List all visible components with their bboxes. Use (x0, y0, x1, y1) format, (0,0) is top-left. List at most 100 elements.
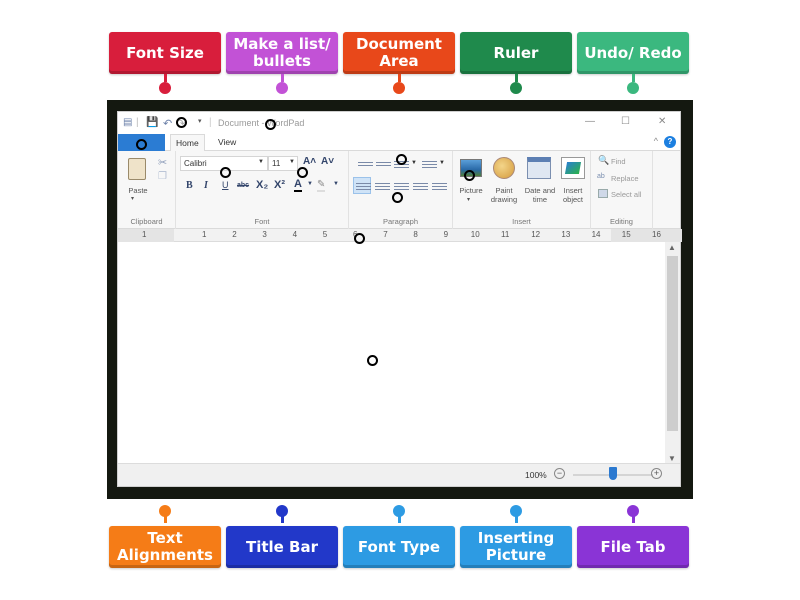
align-center-button[interactable] (375, 181, 390, 191)
chevron-down-icon: ▼ (258, 159, 264, 165)
paste-dropdown-icon[interactable]: ▾ (131, 195, 134, 204)
customize-quick-access-icon[interactable]: ▾ (198, 117, 202, 125)
zoom-out-button[interactable]: − (554, 468, 565, 479)
marker-file-tab (136, 139, 147, 150)
document-area[interactable] (118, 242, 666, 464)
cut-icon[interactable]: ✂ (158, 156, 167, 169)
insert-object-button[interactable]: Insert object (556, 186, 590, 204)
marker-font-size (297, 167, 308, 178)
paragraph-settings-icon[interactable] (432, 181, 447, 191)
decrease-indent-icon[interactable] (358, 160, 373, 170)
select-all-button[interactable]: Select all (611, 190, 641, 199)
ruler-number: 14 (591, 230, 601, 239)
label-text: Font Size (126, 43, 204, 62)
insert-object-icon[interactable] (561, 157, 585, 179)
paste-icon[interactable] (128, 158, 146, 180)
bold-button[interactable]: B (186, 180, 193, 191)
paragraph-group-label: Paragraph (382, 217, 419, 226)
highlight-icon[interactable]: ✎ (317, 179, 326, 192)
label-pin (510, 505, 522, 517)
label-pin (510, 82, 522, 94)
line-spacing-icon[interactable] (422, 159, 437, 169)
ruler-number: 13 (561, 230, 571, 239)
increase-indent-icon[interactable] (376, 160, 391, 170)
ruler-number: 10 (470, 230, 480, 239)
align-right-button[interactable] (394, 181, 409, 191)
bottom-label: Font Type (343, 526, 455, 568)
replace-button[interactable]: Replace (611, 174, 639, 183)
label-pin (276, 82, 288, 94)
font-group-label: Font (254, 217, 270, 226)
label-text: Ruler (493, 43, 539, 62)
tab-home[interactable]: Home (170, 134, 205, 152)
paste-button[interactable]: Paste (124, 186, 152, 195)
help-icon[interactable]: ? (664, 136, 676, 148)
scrollbar-thumb[interactable] (667, 256, 678, 431)
align-left-button[interactable] (353, 177, 371, 194)
replace-icon: ab (597, 173, 605, 180)
calendar-icon[interactable] (527, 157, 551, 179)
date-time-button[interactable]: Date and time (523, 186, 557, 204)
collapse-ribbon-icon[interactable]: ^ (654, 136, 658, 146)
label-connector (398, 74, 401, 82)
label-text: Make a list/ bullets (233, 35, 331, 70)
marker-font-type (220, 167, 231, 178)
label-text: Font Type (357, 537, 441, 556)
zoom-in-button[interactable]: + (651, 468, 662, 479)
title-bar: ▤ | 💾 ↶ ↷ ▾ | Document - WordPad — ☐ ✕ (118, 112, 680, 134)
label-text: Document Area (356, 35, 442, 70)
separator: | (209, 117, 212, 128)
chevron-down-icon[interactable]: ▼ (411, 160, 417, 166)
save-icon[interactable]: 💾 (146, 117, 158, 128)
scroll-down-icon[interactable]: ▼ (668, 454, 676, 463)
close-button[interactable]: ✕ (658, 116, 666, 127)
underline-button[interactable]: U (222, 180, 229, 190)
picture-dropdown-icon[interactable]: ▾ (467, 196, 470, 205)
undo-icon[interactable]: ↶ (163, 117, 172, 130)
ruler-number: 7 (383, 230, 388, 239)
marker-text-alignment (392, 192, 403, 203)
marker-document-area (367, 355, 378, 366)
zoom-slider-thumb[interactable] (609, 467, 617, 480)
paint-drawing-button[interactable]: Paint drawing (487, 186, 521, 204)
picture-button[interactable]: Picture (455, 186, 487, 195)
minimize-button[interactable]: — (585, 116, 595, 127)
label-connector (164, 74, 167, 82)
top-label: Ruler (460, 32, 572, 74)
font-family-value: Calibri (184, 159, 207, 168)
diagram: Font Size Make a list/ bullets Document Ar… (0, 0, 800, 600)
font-group: Calibri ▼ 11 ▼ A˄ A˅ B I U abc X₂ X² A ▼ ✎… (176, 151, 349, 229)
label-connector (281, 74, 284, 82)
clipboard-group-label: Clipboard (130, 217, 163, 226)
font-size-select[interactable]: 11 ▼ (268, 156, 298, 171)
ruler-number: 2 (232, 230, 237, 239)
find-button[interactable]: Find (611, 157, 626, 166)
scroll-up-icon[interactable]: ▲ (668, 243, 676, 252)
subscript-button[interactable]: X₂ (256, 179, 268, 191)
justify-button[interactable] (413, 181, 428, 191)
tab-view[interactable]: View (218, 137, 236, 147)
chevron-down-icon[interactable]: ▼ (439, 160, 445, 166)
app-icon: ▤ (123, 117, 133, 128)
clipboard-group: Paste ▾ ✂ ❐ Clipboard (118, 151, 176, 229)
marker-insert-picture (464, 170, 475, 181)
top-label: Make a list/ bullets (226, 32, 338, 74)
marker-title-bar (265, 119, 276, 130)
superscript-button[interactable]: X² (274, 179, 285, 191)
ruler-number: 1 (202, 230, 207, 239)
copy-icon[interactable]: ❐ (158, 171, 167, 182)
grow-font-button[interactable]: A˄ (303, 156, 316, 167)
chevron-down-icon[interactable]: ▼ (307, 181, 313, 187)
vertical-scrollbar[interactable]: ▲ ▼ (665, 242, 680, 464)
maximize-button[interactable]: ☐ (621, 116, 630, 127)
label-pin (159, 505, 171, 517)
chevron-down-icon: ▼ (289, 159, 295, 165)
italic-button[interactable]: I (204, 180, 208, 191)
strikethrough-button[interactable]: abc (237, 182, 249, 189)
ruler[interactable]: 1 1 2 3 4 5 6 7 8 9 10 11 12 13 14 15 16 (118, 229, 682, 242)
paint-palette-icon[interactable] (493, 157, 515, 179)
wordpad-window: ▤ | 💾 ↶ ↷ ▾ | Document - WordPad — ☐ ✕ H… (117, 111, 682, 487)
shrink-font-button[interactable]: A˅ (321, 156, 334, 167)
chevron-down-icon[interactable]: ▼ (333, 181, 339, 187)
text-color-button[interactable]: A (294, 178, 302, 192)
